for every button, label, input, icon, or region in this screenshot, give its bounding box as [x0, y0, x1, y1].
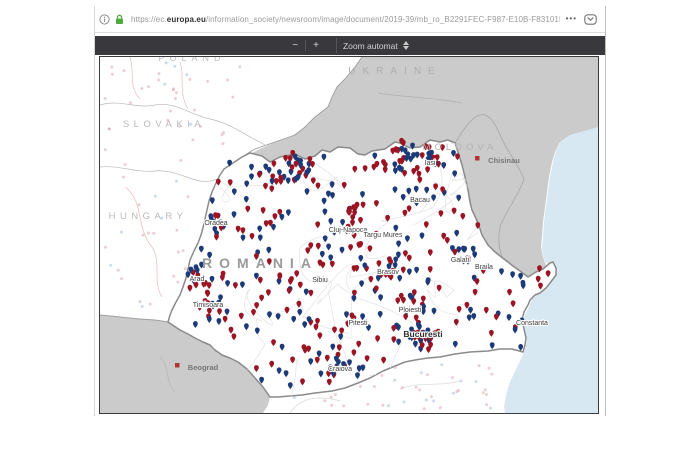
city-label: Sibiu [312, 277, 328, 284]
city-label: Timisoara [193, 302, 224, 309]
country-label-romania: ROMANIA [202, 255, 318, 271]
url-text[interactable]: https://ec.europa.eu/information_society… [131, 15, 560, 24]
city-label: Brasov [377, 269, 399, 276]
capital-square-icon [175, 363, 180, 368]
city-label: Constanta [516, 320, 548, 327]
browser-window: https://ec.europa.eu/information_society… [94, 6, 606, 416]
city-label: Oradea [204, 220, 227, 227]
map-frame: POLAND SLOVAKIA HUNGARY UKRAINE MOLDOVA ROMAN… [99, 56, 599, 414]
capital-label: Beograd [188, 363, 219, 372]
city-label: Cluj-Napoca [329, 227, 368, 234]
city-label: Arad [190, 276, 205, 283]
lock-icon[interactable] [114, 14, 125, 25]
country-label-hungary: HUNGARY [109, 211, 188, 222]
country-label-slovakia: SLOVAKIA [123, 119, 205, 130]
city-label: Galati [451, 257, 470, 264]
city-label: Braila [475, 264, 493, 271]
zoom-select[interactable]: Zoom automat [336, 38, 415, 53]
romania-map-canvas: POLAND SLOVAKIA HUNGARY UKRAINE MOLDOVA ROMAN… [100, 57, 598, 413]
country-label-ukraine: UKRAINE [348, 66, 441, 77]
page-actions-button[interactable]: ••• [566, 15, 577, 23]
chevron-up-down-icon [403, 41, 409, 50]
city-label: Ploiesti [399, 307, 422, 314]
city-label: Pitesti [348, 320, 368, 327]
city-label: Iasi [425, 160, 436, 167]
url-scheme: https://ec. [131, 15, 167, 24]
pdf-toolbar: − + Zoom automat [95, 36, 605, 55]
url-path: /information_society/newsroom/image/docu… [206, 15, 560, 24]
country-label-moldova: MOLDOVA [423, 142, 498, 153]
city-label: Targu Mures [364, 232, 403, 239]
capital-square-icon [475, 156, 480, 161]
capital-label: Chisinau [488, 156, 520, 165]
zoom-out-button[interactable]: − [285, 36, 305, 55]
pdf-page: POLAND SLOVAKIA HUNGARY UKRAINE MOLDOVA ROMAN… [95, 55, 605, 416]
city-label: Bacau [410, 197, 430, 204]
city-label: Bucuresti [403, 329, 442, 339]
pocket-icon[interactable] [584, 14, 597, 25]
info-icon[interactable] [99, 14, 110, 25]
zoom-select-value: Zoom automat [343, 41, 398, 51]
url-domain: europa.eu [167, 15, 206, 24]
country-label-poland: POLAND [158, 57, 225, 63]
zoom-in-button[interactable]: + [306, 36, 326, 55]
url-bar[interactable]: https://ec.europa.eu/information_society… [95, 6, 605, 33]
city-label: Craiova [328, 366, 352, 373]
